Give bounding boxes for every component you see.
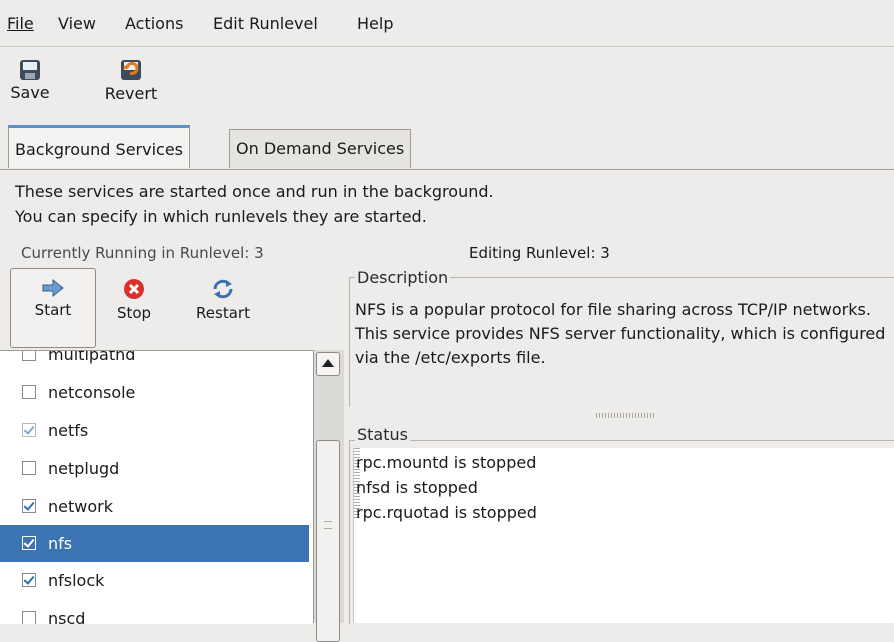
- status-line: rpc.rquotad is stopped: [356, 503, 537, 522]
- description-text: NFS is a popular protocol for file shari…: [355, 300, 886, 367]
- list-item[interactable]: netplugd: [0, 450, 309, 487]
- service-name: nscd: [48, 609, 86, 624]
- revert-label: Revert: [104, 84, 158, 103]
- menu-actions[interactable]: Actions: [125, 12, 183, 36]
- pane-resize-handle[interactable]: [596, 413, 656, 418]
- revert-icon: [121, 60, 141, 80]
- service-name: nfslock: [48, 571, 105, 590]
- start-label: Start: [34, 301, 72, 319]
- save-button[interactable]: Save: [8, 53, 52, 102]
- service-name: nfs: [48, 534, 73, 553]
- service-list-scrollbar[interactable]: [313, 350, 344, 642]
- restart-icon: [213, 279, 233, 299]
- tab-background-services[interactable]: Background Services: [8, 125, 191, 168]
- scroll-thumb[interactable]: [316, 440, 340, 642]
- status-line: nfsd is stopped: [356, 478, 478, 497]
- list-item[interactable]: multipathd: [0, 350, 309, 373]
- menu-help[interactable]: Help: [357, 12, 393, 36]
- tab-bar: Background Services On Demand Services: [0, 125, 894, 170]
- service-name: network: [48, 497, 113, 516]
- service-name: netconsole: [48, 383, 136, 402]
- restart-label: Restart: [196, 304, 250, 322]
- service-list[interactable]: multipathd netconsole netfs netplugd net…: [0, 350, 313, 624]
- save-label: Save: [10, 83, 50, 102]
- editing-runlevel: Editing Runlevel: 3: [469, 244, 610, 262]
- service-checkbox[interactable]: [22, 385, 36, 399]
- service-checkbox[interactable]: [22, 611, 36, 624]
- list-item[interactable]: netconsole: [0, 374, 309, 411]
- list-item[interactable]: netfs: [0, 412, 309, 449]
- scroll-up-button[interactable]: [316, 352, 340, 376]
- start-button[interactable]: Start: [10, 268, 96, 348]
- tab-on-demand-services[interactable]: On Demand Services: [229, 129, 412, 168]
- info-line-1: These services are started once and run …: [15, 182, 494, 201]
- service-checkbox[interactable]: [22, 351, 36, 361]
- service-name: netfs: [48, 421, 89, 440]
- service-checkbox[interactable]: [22, 573, 36, 587]
- stop-label: Stop: [116, 304, 152, 322]
- menu-view[interactable]: View: [58, 12, 96, 36]
- current-runlevel: Currently Running in Runlevel: 3: [21, 244, 264, 262]
- menu-edit-runlevel[interactable]: Edit Runlevel: [213, 12, 318, 36]
- menu-file[interactable]: File: [7, 12, 34, 36]
- revert-button[interactable]: Revert: [96, 53, 166, 103]
- status-label: Status: [355, 425, 410, 444]
- status-line: rpc.mountd is stopped: [356, 453, 537, 472]
- floppy-disk-icon: [20, 60, 40, 80]
- arrow-right-icon: [42, 279, 64, 297]
- list-item[interactable]: network: [0, 488, 309, 525]
- grip-icon: [324, 521, 332, 529]
- description-label: Description: [355, 268, 451, 287]
- status-text-area[interactable]: rpc.mountd is stopped nfsd is stopped rp…: [353, 448, 894, 623]
- service-checkbox[interactable]: [22, 536, 36, 550]
- service-checkbox[interactable]: [22, 499, 36, 513]
- service-name: multipathd: [48, 350, 136, 364]
- stop-icon: [124, 279, 144, 299]
- stop-button[interactable]: Stop: [104, 268, 164, 346]
- service-name: netplugd: [48, 459, 120, 478]
- service-checkbox[interactable]: [22, 423, 36, 437]
- service-checkbox[interactable]: [22, 461, 36, 475]
- list-item[interactable]: nfslock: [0, 562, 309, 599]
- restart-button[interactable]: Restart: [182, 268, 264, 346]
- service-toolbar: Start Stop Restart: [0, 268, 343, 348]
- main-toolbar: Save Revert: [0, 47, 894, 125]
- list-item-selected[interactable]: nfs: [0, 525, 309, 562]
- info-line-2: You can specify in which runlevels they …: [15, 207, 427, 226]
- list-item[interactable]: nscd: [0, 600, 309, 624]
- menu-bar: File View Actions Edit Runlevel Help: [0, 0, 894, 47]
